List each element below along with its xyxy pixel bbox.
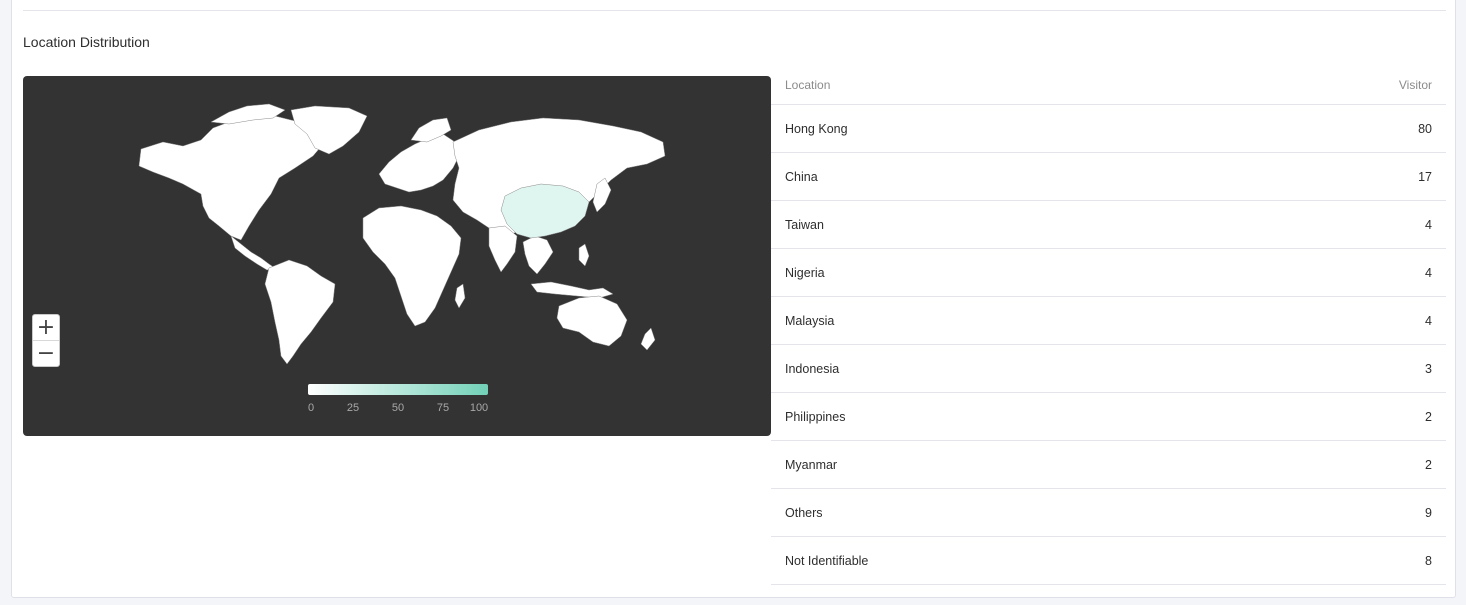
country-philippines xyxy=(578,243,590,267)
country-europe xyxy=(378,133,460,193)
table-row[interactable]: Indonesia 3 xyxy=(771,345,1446,393)
visitor-count: 3 xyxy=(1425,361,1432,376)
country-south-america xyxy=(264,259,336,365)
location-name: Not Identifiable xyxy=(785,553,869,568)
table-row[interactable]: Hong Kong 80 xyxy=(771,105,1446,153)
table-header: Location Visitor xyxy=(771,76,1446,105)
country-india xyxy=(488,225,518,273)
country-central-america xyxy=(230,235,276,271)
country-new-zealand xyxy=(640,327,656,351)
location-name: Others xyxy=(785,505,823,520)
country-indonesia xyxy=(530,281,614,299)
country-africa xyxy=(362,205,462,327)
country-australia xyxy=(556,295,628,347)
visitor-count: 9 xyxy=(1425,505,1432,520)
table-row[interactable]: Taiwan 4 xyxy=(771,201,1446,249)
legend-gradient-bar xyxy=(308,384,488,395)
country-southeast-asia xyxy=(522,235,554,275)
visitor-count: 4 xyxy=(1425,313,1432,328)
column-header-visitor[interactable]: Visitor xyxy=(1399,78,1432,92)
location-name: Taiwan xyxy=(785,217,824,232)
zoom-controls: + − xyxy=(32,314,60,367)
visitor-count: 2 xyxy=(1425,457,1432,472)
visitor-count: 4 xyxy=(1425,217,1432,232)
location-name: Myanmar xyxy=(785,457,838,472)
legend-tick: 50 xyxy=(391,402,405,414)
visitor-count: 2 xyxy=(1425,409,1432,424)
location-table: Location Visitor Hong Kong 80 China 17 T… xyxy=(771,76,1446,585)
location-name: Philippines xyxy=(785,409,846,424)
country-madagascar xyxy=(454,283,466,309)
visitor-count: 80 xyxy=(1418,121,1432,136)
table-row[interactable]: China 17 xyxy=(771,153,1446,201)
visitor-count: 17 xyxy=(1418,169,1432,184)
location-name: China xyxy=(785,169,818,184)
location-name: Nigeria xyxy=(785,265,825,280)
table-row[interactable]: Philippines 2 xyxy=(771,393,1446,441)
location-name: Hong Kong xyxy=(785,121,848,136)
table-row[interactable]: Malaysia 4 xyxy=(771,297,1446,345)
world-map-svg xyxy=(138,103,666,365)
legend-tick: 25 xyxy=(346,402,360,414)
location-name: Malaysia xyxy=(785,313,835,328)
map-legend: 0 25 50 75 100 xyxy=(308,384,488,416)
visitor-count: 4 xyxy=(1425,265,1432,280)
country-china xyxy=(500,183,590,239)
table-row[interactable]: Others 9 xyxy=(771,489,1446,537)
table-row[interactable]: Myanmar 2 xyxy=(771,441,1446,489)
legend-tick: 100 xyxy=(469,402,489,414)
divider xyxy=(23,10,1446,11)
visitor-count: 8 xyxy=(1425,553,1432,568)
legend-tick: 0 xyxy=(307,402,315,414)
legend-ticks: 0 25 50 75 100 xyxy=(308,402,488,416)
table-row[interactable]: Not Identifiable 8 xyxy=(771,537,1446,585)
location-name: Indonesia xyxy=(785,361,840,376)
world-map[interactable]: + − 0 25 50 75 100 xyxy=(23,76,771,436)
legend-tick: 75 xyxy=(436,402,450,414)
plus-icon[interactable]: + xyxy=(33,315,59,340)
minus-icon[interactable]: − xyxy=(33,340,59,366)
location-distribution-card: Location Distribution + − 0 25 50 75 100… xyxy=(11,0,1456,598)
column-header-location[interactable]: Location xyxy=(785,78,830,92)
table-row[interactable]: Nigeria 4 xyxy=(771,249,1446,297)
section-title: Location Distribution xyxy=(23,34,150,50)
